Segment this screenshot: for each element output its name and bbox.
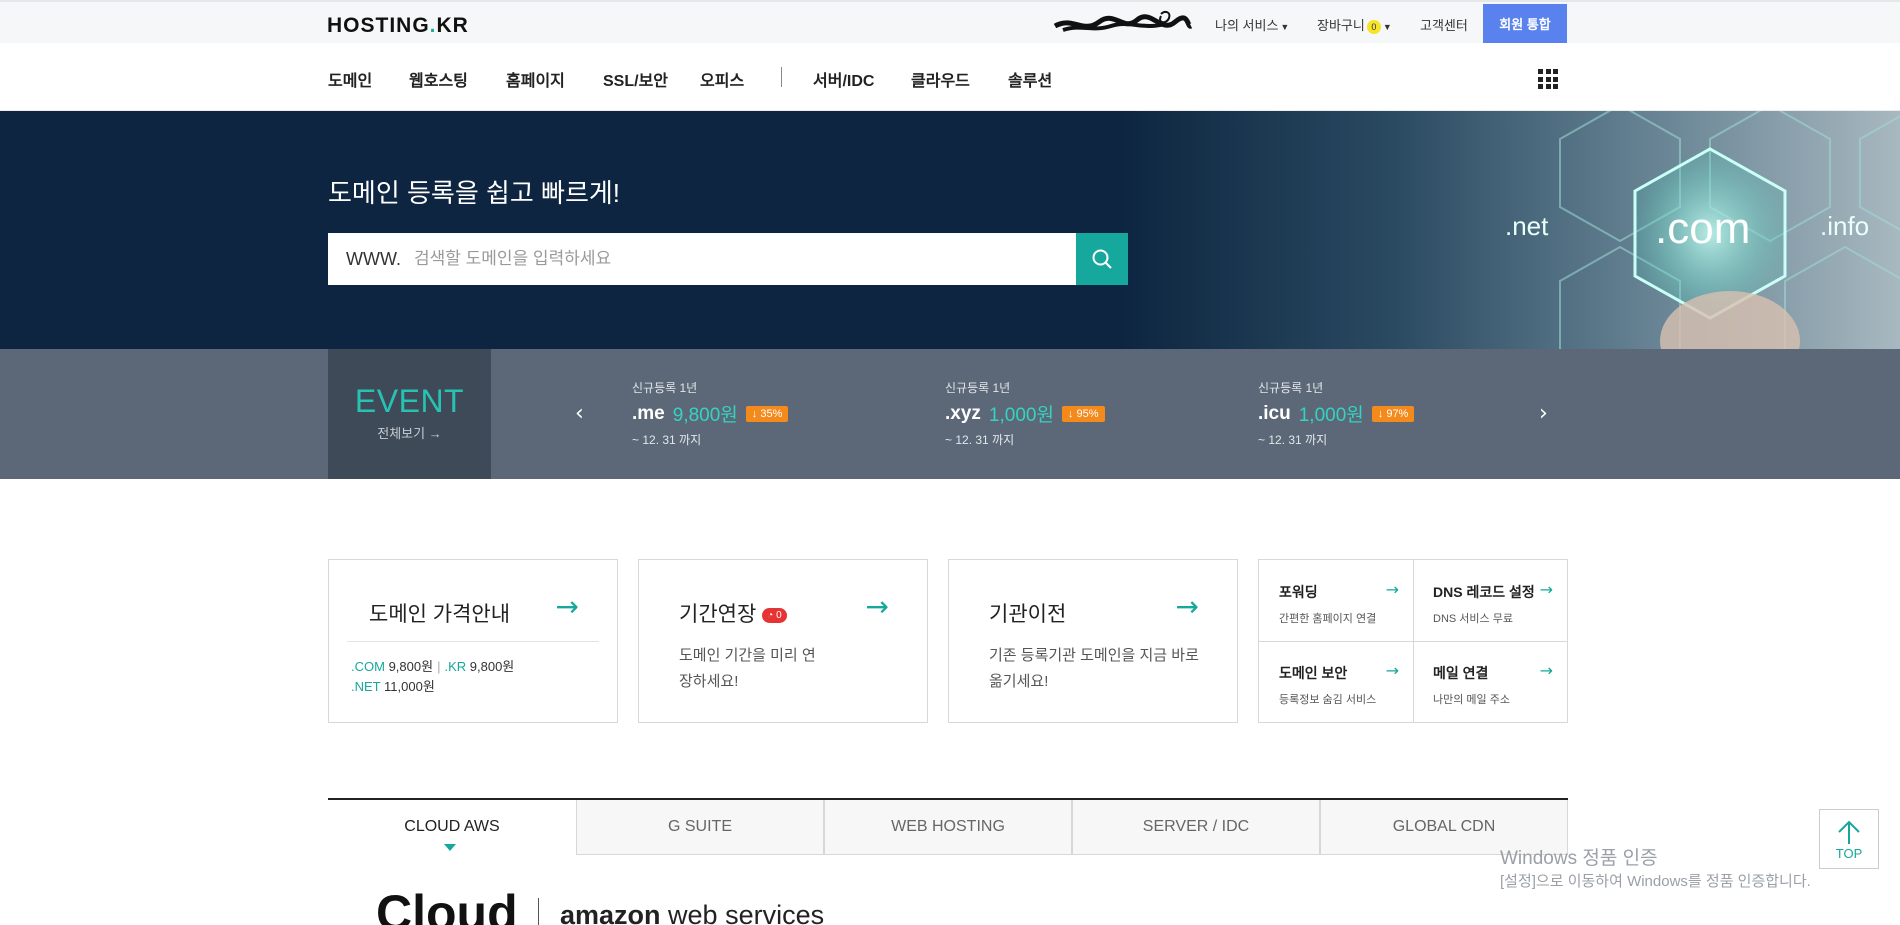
nav-webhosting[interactable]: 웹호스팅 [409,67,468,91]
aws-logo: amazon web services [560,900,825,925]
arrow-right-icon: → [1385,661,1399,680]
domain-search-input[interactable] [414,241,1054,277]
windows-activation-title: Windows 정품 인증 [1500,848,1658,869]
arrow-right-icon: → [428,426,442,441]
discount-badge: ↓ 35% [745,405,789,422]
promo-item[interactable]: 신규등록 1년 .me 9,800원 ↓ 35% ~ 12. 31 까지 [632,379,789,448]
windows-activation-desc: [설정]으로 이동하여 Windows를 정품 인증합니다. [1500,873,1811,890]
renewal-card[interactable]: 기간연장 ◔ 0 → 도메인 기간을 미리 연장하세요! [638,559,928,723]
arrow-right-icon: → [1385,580,1399,599]
arrow-up-icon [1838,820,1860,844]
back-to-top-button[interactable]: TOP [1819,809,1879,869]
dns-record-link[interactable]: DNS 레코드 설정 → DNS 서비스 무료 [1413,560,1567,641]
tab-g-suite[interactable]: G SUITE [576,800,824,855]
hero-banner: .net .com .info 도메인 등록을 쉽고 빠르게! WWW. [0,111,1900,349]
page: HOSTING.KR 나의 서비스 ▼ 장바구니 0 ▼ 고객센터 회원 통합 도메인… [0,0,1900,925]
hero-tld-net: .net [1505,211,1549,241]
transfer-card[interactable]: 기관이전 → 기존 등록기관 도메인을 지금 바로 옮기세요! [948,559,1238,723]
arrow-right-icon: → [1539,661,1553,680]
tab-server-idc[interactable]: SERVER / IDC [1072,800,1320,855]
cart-menu[interactable]: 장바구니 0 ▼ [1317,15,1392,34]
all-menu-grid-icon[interactable] [1538,69,1558,89]
nav-cloud[interactable]: 클라우드 [911,67,970,91]
arrow-right-icon: → [1175,590,1199,623]
domain-search-box: WWW. [328,233,1076,285]
quick-service-grid: 포워딩 → 간편한 홈페이지 연결 DNS 레코드 설정 → DNS 서비스 무료 도메… [1258,559,1568,723]
search-prefix: WWW. [346,249,401,269]
carousel-prev-icon[interactable]: ‹ [575,401,584,426]
tab-web-hosting[interactable]: WEB HOSTING [824,800,1072,855]
tab-cloud-aws[interactable]: CLOUD AWS [328,800,576,855]
hero-title: 도메인 등록을 쉽고 빠르게! [328,178,621,208]
arrow-right-icon: → [1539,580,1553,599]
promo-item[interactable]: 신규등록 1년 .icu 1,000원 ↓ 97% ~ 12. 31 까지 [1258,379,1415,448]
join-button[interactable]: 회원 통합 [1483,4,1567,45]
hero-tld-info: .info [1820,211,1869,241]
card-desc: 기존 등록기관 도메인을 지금 바로 옮기세요! [989,647,1199,690]
arrow-right-icon: → [865,590,889,623]
nav-solution[interactable]: 솔루션 [1008,67,1052,91]
support-link[interactable]: 고객센터 [1420,15,1468,34]
card-title: 기관이전 [989,603,1067,626]
card-title: 기간연장 ◔ 0 [679,598,787,628]
discount-badge: ↓ 97% [1371,405,1415,422]
main-nav: 도메인 웹호스팅 홈페이지 SSL/보안 오피스 서버/IDC 클라우드 솔루션 [0,43,1900,111]
forwarding-link[interactable]: 포워딩 → 간편한 홈페이지 연결 [1259,560,1413,641]
carousel-next-icon[interactable]: › [1539,401,1548,426]
discount-badge: ↓ 95% [1061,405,1105,422]
promo-item[interactable]: 신규등록 1년 .xyz 1,000원 ↓ 95% ~ 12. 31 까지 [945,379,1105,448]
nav-domain[interactable]: 도메인 [328,67,372,91]
event-carousel: EVENT 전체보기 → ‹ 신규등록 1년 .me 9,800원 ↓ 35% ~ … [0,349,1900,479]
event-title: EVENT [354,383,465,419]
redacted-user-scribble [1053,10,1193,32]
hexagon-background-image: .net .com .info [1120,111,1900,349]
mail-link[interactable]: 메일 연결 → 나만의 메일 주소 [1413,641,1567,722]
price-list: .COM 9,800원 | .KR 9,800원 .NET 11,000원 [351,659,515,694]
divider [538,898,539,925]
my-services-menu[interactable]: 나의 서비스 ▼ [1215,15,1289,34]
site-logo[interactable]: HOSTING.KR [327,14,469,38]
nav-homepage[interactable]: 홈페이지 [506,67,565,91]
utility-bar: HOSTING.KR 나의 서비스 ▼ 장바구니 0 ▼ 고객센터 회원 통합 [0,0,1900,45]
domain-security-link[interactable]: 도메인 보안 → 등록정보 숨김 서비스 [1259,641,1413,722]
card-title: 도메인 가격안내 [369,603,511,626]
nav-divider [781,67,782,87]
cloud-heading: Cloud [376,885,518,925]
search-icon [1092,249,1112,269]
search-button[interactable] [1076,233,1128,285]
active-tab-indicator [444,844,456,851]
divider [347,641,599,642]
arrow-right-icon: → [555,590,579,623]
nav-ssl[interactable]: SSL/보안 [603,67,668,91]
nav-server-idc[interactable]: 서버/IDC [813,67,874,91]
nav-office[interactable]: 오피스 [700,67,744,91]
cart-count-badge: 0 [1366,20,1381,34]
domain-pricing-card[interactable]: 도메인 가격안내 → .COM 9,800원 | .KR 9,800원 .NET 1… [328,559,618,723]
renewal-count-badge: ◔ 0 [762,608,787,623]
hero-tld-com: .com [1655,204,1750,253]
card-desc: 도메인 기간을 미리 연장하세요! [679,647,816,690]
event-all-link[interactable]: EVENT 전체보기 → [328,349,491,479]
clock-icon: ◔ [767,610,774,621]
event-view-all[interactable]: 전체보기 → [328,423,491,442]
